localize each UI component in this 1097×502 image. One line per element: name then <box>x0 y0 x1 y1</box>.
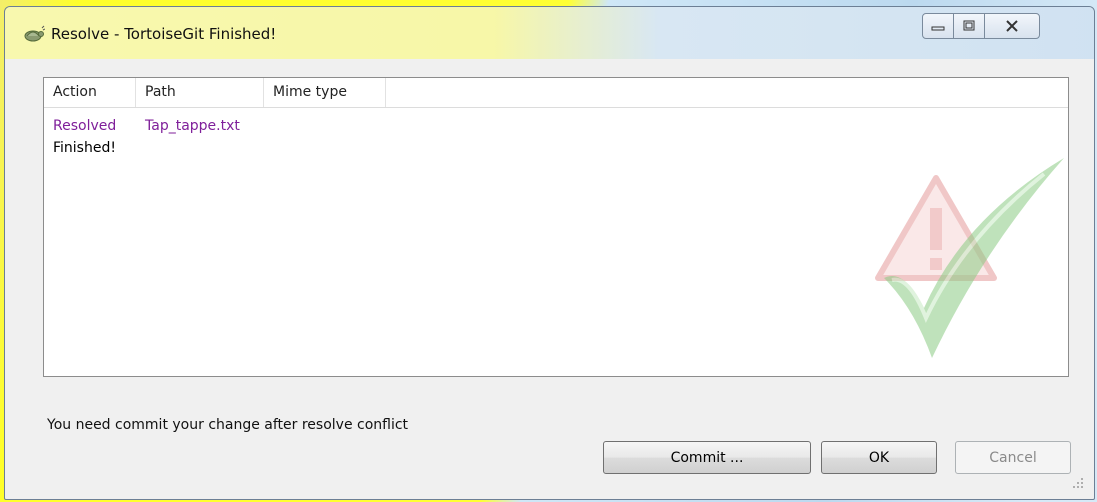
warning-check-watermark <box>875 158 1064 358</box>
close-button[interactable] <box>984 13 1040 39</box>
status-message: You need commit your change after resolv… <box>47 417 409 433</box>
results-list[interactable]: Action Path Mime type Resolved Tap_tappe… <box>43 77 1069 377</box>
title-bar[interactable]: Resolve - TortoiseGit Finished! <box>5 7 1094 59</box>
window-title: Resolve - TortoiseGit Finished! <box>51 25 277 43</box>
column-header-path[interactable]: Path <box>136 78 264 107</box>
cancel-button[interactable]: Cancel <box>955 441 1071 474</box>
close-icon <box>1006 20 1018 32</box>
list-header: Action Path Mime type <box>44 78 1068 108</box>
list-item[interactable]: Resolved Tap_tappe.txt <box>44 115 1068 137</box>
minimize-icon <box>931 26 945 31</box>
column-header-action[interactable]: Action <box>44 78 136 107</box>
list-item[interactable]: Finished! <box>44 137 1068 159</box>
maximize-icon <box>963 20 975 31</box>
minimize-button[interactable] <box>922 13 954 39</box>
maximize-button[interactable] <box>953 13 985 39</box>
tortoise-icon <box>24 25 45 42</box>
commit-button[interactable]: Commit ... <box>603 441 811 474</box>
column-header-mime-type[interactable]: Mime type <box>264 78 386 107</box>
dialog-body: Action Path Mime type Resolved Tap_tappe… <box>13 59 1086 491</box>
ok-button[interactable]: OK <box>821 441 937 474</box>
action-cell: Finished! <box>53 140 116 156</box>
resolve-dialog: Resolve - TortoiseGit Finished! Action P… <box>4 6 1095 500</box>
resize-grip-icon[interactable] <box>1072 477 1084 489</box>
path-cell: Tap_tappe.txt <box>145 118 240 134</box>
action-cell: Resolved <box>53 118 117 134</box>
